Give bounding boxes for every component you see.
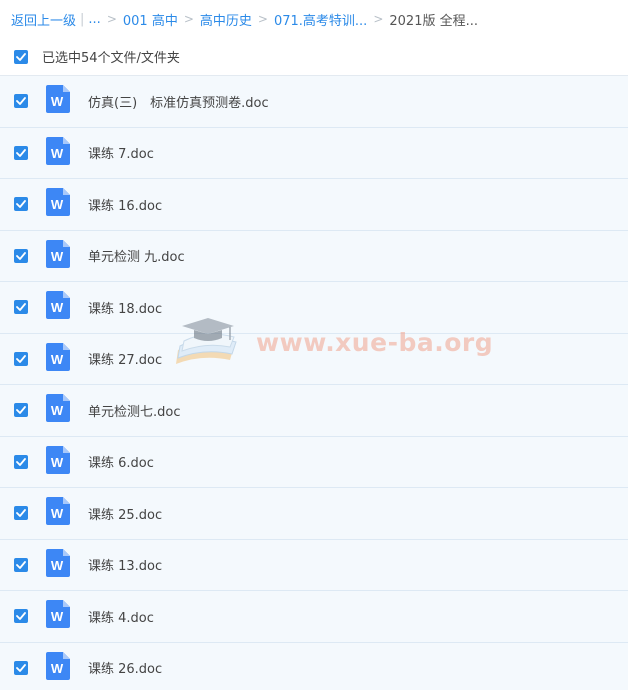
- file-row[interactable]: W 单元检测七.doc: [0, 385, 628, 437]
- file-row[interactable]: W 课练 27.doc: [0, 333, 628, 385]
- file-checkbox[interactable]: [14, 660, 28, 675]
- file-checkbox[interactable]: [14, 403, 28, 418]
- checkmark-icon: [16, 200, 26, 209]
- file-row[interactable]: W 课练 4.doc: [0, 591, 628, 643]
- file-row[interactable]: W 课练 18.doc: [0, 282, 628, 334]
- file-name: 课练 18.doc: [88, 301, 163, 317]
- file-name: 单元检测 九.doc: [88, 250, 185, 266]
- select-all-checkbox[interactable]: [14, 49, 28, 64]
- file-checkbox[interactable]: [14, 248, 28, 263]
- file-checkbox[interactable]: [14, 145, 28, 160]
- file-checkbox[interactable]: [14, 454, 28, 469]
- svg-text:W: W: [51, 558, 64, 573]
- select-all-bar: 已选中54个文件/文件夹: [0, 38, 628, 76]
- word-doc-icon: W: [45, 239, 71, 273]
- word-doc-icon: W: [45, 445, 71, 479]
- word-doc-icon: W: [45, 290, 71, 324]
- word-doc-icon: W: [45, 136, 71, 170]
- svg-text:W: W: [51, 609, 64, 624]
- svg-text:W: W: [51, 146, 64, 161]
- checkmark-icon: [16, 406, 26, 415]
- file-checkbox[interactable]: [14, 609, 28, 624]
- svg-text:W: W: [51, 352, 64, 367]
- checkmark-icon: [16, 612, 26, 621]
- svg-text:W: W: [51, 249, 64, 264]
- checkmark-icon: [16, 303, 26, 312]
- file-checkbox[interactable]: [14, 351, 28, 366]
- file-checkbox[interactable]: [14, 197, 28, 212]
- breadcrumb-item[interactable]: 071.高考特训...: [274, 10, 367, 29]
- breadcrumb-separator: >: [373, 12, 384, 26]
- breadcrumb-separator: >: [183, 12, 194, 26]
- file-row[interactable]: W 课练 16.doc: [0, 179, 628, 231]
- file-name: 单元检测七.doc: [88, 404, 181, 420]
- checkmark-icon: [16, 457, 26, 466]
- file-name: 课练 13.doc: [88, 559, 163, 575]
- checkmark-icon: [16, 148, 26, 157]
- word-doc-icon: W: [45, 548, 71, 582]
- file-name: 课练 26.doc: [88, 662, 163, 678]
- file-checkbox[interactable]: [14, 506, 28, 521]
- checkmark-icon: [16, 52, 26, 61]
- checkmark-icon: [16, 663, 26, 672]
- checkmark-icon: [16, 560, 26, 569]
- file-name: 仿真(三) 标准仿真预测卷.doc: [88, 95, 269, 111]
- svg-text:W: W: [51, 94, 64, 109]
- svg-text:W: W: [51, 197, 64, 212]
- breadcrumb-separator: >: [106, 12, 117, 26]
- checkmark-icon: [16, 251, 26, 260]
- file-row[interactable]: W 课练 26.doc: [0, 642, 628, 690]
- checkmark-icon: [16, 509, 26, 518]
- breadcrumb-separator: >: [257, 12, 268, 26]
- word-doc-icon: W: [45, 599, 71, 633]
- word-doc-icon: W: [45, 84, 71, 118]
- svg-text:W: W: [51, 403, 64, 418]
- file-name: 课练 27.doc: [88, 353, 163, 369]
- svg-text:W: W: [51, 506, 64, 521]
- file-checkbox[interactable]: [14, 300, 28, 315]
- word-doc-icon: W: [45, 187, 71, 221]
- word-doc-icon: W: [45, 393, 71, 427]
- checkmark-icon: [16, 354, 26, 363]
- file-row[interactable]: W 课练 13.doc: [0, 539, 628, 591]
- breadcrumb-current: 2021版 全程...: [389, 13, 478, 29]
- file-row[interactable]: W 课练 25.doc: [0, 488, 628, 540]
- breadcrumb-divider: |: [80, 11, 85, 27]
- file-row[interactable]: W 单元检测 九.doc: [0, 230, 628, 282]
- breadcrumb: 返回上一级 | ... > 001 高中 > 高中历史 > 071.高考特训..…: [0, 0, 628, 38]
- file-checkbox[interactable]: [14, 94, 28, 109]
- file-name: 课练 4.doc: [88, 610, 154, 626]
- breadcrumb-item[interactable]: 001 高中: [123, 10, 178, 29]
- svg-text:W: W: [51, 661, 64, 676]
- breadcrumb-ellipsis[interactable]: ...: [88, 12, 100, 27]
- selection-summary: 已选中54个文件/文件夹: [42, 51, 180, 66]
- file-name: 课练 6.doc: [88, 456, 154, 472]
- file-row[interactable]: W 课练 6.doc: [0, 436, 628, 488]
- word-doc-icon: W: [45, 496, 71, 530]
- word-doc-icon: W: [45, 342, 71, 376]
- word-doc-icon: W: [45, 651, 71, 685]
- breadcrumb-item[interactable]: 高中历史: [200, 10, 252, 29]
- file-name: 课练 16.doc: [88, 198, 163, 214]
- file-list: W 仿真(三) 标准仿真预测卷.doc W 课练 7.doc W 课练 16.doc W 单元…: [0, 76, 628, 690]
- svg-text:W: W: [51, 455, 64, 470]
- file-row[interactable]: W 仿真(三) 标准仿真预测卷.doc: [0, 76, 628, 128]
- file-checkbox[interactable]: [14, 557, 28, 572]
- file-name: 课练 25.doc: [88, 507, 163, 523]
- file-row[interactable]: W 课练 7.doc: [0, 127, 628, 179]
- back-link[interactable]: 返回上一级: [11, 10, 76, 29]
- checkmark-icon: [16, 97, 26, 106]
- file-name: 课练 7.doc: [88, 147, 154, 163]
- svg-text:W: W: [51, 300, 64, 315]
